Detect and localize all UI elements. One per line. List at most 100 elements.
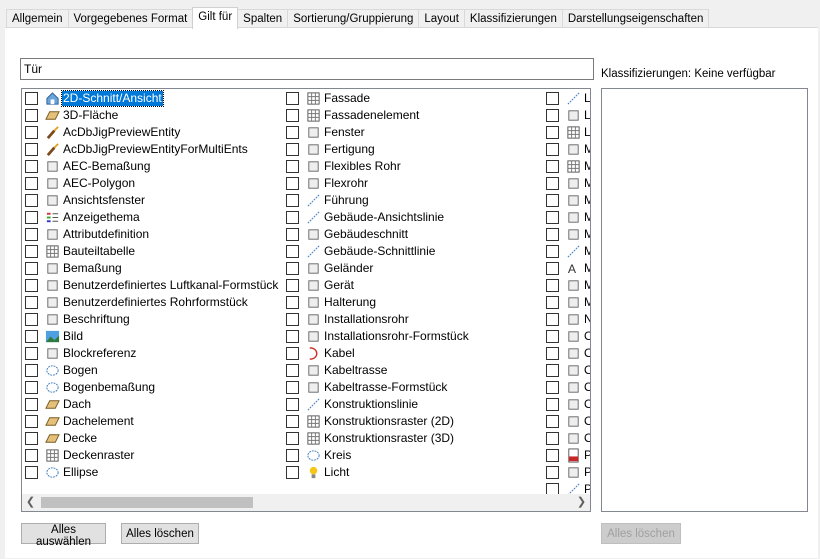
checkbox[interactable]	[25, 177, 38, 190]
checkbox[interactable]	[286, 432, 299, 445]
checkbox[interactable]	[286, 398, 299, 411]
list-item[interactable]: M	[543, 175, 590, 192]
list-item[interactable]: Kabeltrasse	[283, 362, 470, 379]
name-filter-input[interactable]	[20, 58, 594, 80]
list-item[interactable]: Kabeltrasse-Formstück	[283, 379, 470, 396]
checkbox[interactable]	[546, 109, 559, 122]
list-item[interactable]: Bemaßung	[22, 260, 279, 277]
checkbox[interactable]	[546, 92, 559, 105]
tab-2[interactable]: Gilt für	[192, 7, 239, 29]
object-type-list[interactable]: 2D-Schnitt/Ansicht 3D-Fläche AcDbJigPrevie…	[21, 88, 591, 512]
tab-0[interactable]: Allgemein	[6, 9, 69, 28]
list-item[interactable]: Fertigung	[283, 141, 470, 158]
checkbox[interactable]	[546, 279, 559, 292]
list-item[interactable]: Dachelement	[22, 413, 279, 430]
list-item[interactable]: Gebäude-Schnittlinie	[283, 243, 470, 260]
checkbox[interactable]	[25, 194, 38, 207]
checkbox[interactable]	[546, 364, 559, 377]
checkbox[interactable]	[286, 449, 299, 462]
list-item[interactable]: AM	[543, 260, 590, 277]
checkbox[interactable]	[286, 296, 299, 309]
list-item[interactable]: Führung	[283, 192, 470, 209]
list-item[interactable]: P	[543, 447, 590, 464]
list-item[interactable]: AcDbJigPreviewEntity	[22, 124, 279, 141]
list-item[interactable]: AEC-Bemaßung	[22, 158, 279, 175]
list-item[interactable]: O	[543, 396, 590, 413]
checkbox[interactable]	[25, 160, 38, 173]
checkbox[interactable]	[25, 449, 38, 462]
list-item[interactable]: Attributdefinition	[22, 226, 279, 243]
checkbox[interactable]	[546, 143, 559, 156]
checkbox[interactable]	[546, 313, 559, 326]
checkbox[interactable]	[546, 398, 559, 411]
checkbox[interactable]	[286, 126, 299, 139]
checkbox[interactable]	[286, 279, 299, 292]
checkbox[interactable]	[25, 347, 38, 360]
list-item[interactable]: L	[543, 124, 590, 141]
horizontal-scrollbar[interactable]: ❮ ❯	[22, 494, 590, 511]
checkbox[interactable]	[286, 92, 299, 105]
checkbox[interactable]	[546, 160, 559, 173]
list-item[interactable]: Flexrohr	[283, 175, 470, 192]
list-item[interactable]: M	[543, 158, 590, 175]
checkbox[interactable]	[286, 143, 299, 156]
list-item[interactable]: Halterung	[283, 294, 470, 311]
checkbox[interactable]	[25, 279, 38, 292]
scroll-right-icon[interactable]: ❯	[573, 494, 590, 511]
list-item[interactable]: L	[543, 90, 590, 107]
checkbox[interactable]	[286, 415, 299, 428]
checkbox[interactable]	[25, 381, 38, 394]
checkbox[interactable]	[546, 466, 559, 479]
checkbox[interactable]	[546, 381, 559, 394]
list-item[interactable]: Konstruktionslinie	[283, 396, 470, 413]
list-item[interactable]: Benutzerdefiniertes Luftkanal-Formstück	[22, 277, 279, 294]
tab-5[interactable]: Layout	[418, 9, 465, 28]
tab-4[interactable]: Sortierung/Gruppierung	[287, 9, 420, 28]
list-item[interactable]: O	[543, 328, 590, 345]
list-item[interactable]: Geländer	[283, 260, 470, 277]
list-item[interactable]: M	[543, 209, 590, 226]
list-item[interactable]: Gebäude-Ansichtslinie	[283, 209, 470, 226]
list-item[interactable]: N	[543, 311, 590, 328]
list-item[interactable]: Fenster	[283, 124, 470, 141]
checkbox[interactable]	[546, 194, 559, 207]
list-item[interactable]: Dach	[22, 396, 279, 413]
list-item[interactable]: Bogenbemaßung	[22, 379, 279, 396]
checkbox[interactable]	[25, 262, 38, 275]
checkbox[interactable]	[546, 126, 559, 139]
tab-1[interactable]: Vorgegebenes Format	[67, 9, 194, 28]
list-item[interactable]: O	[543, 430, 590, 447]
checkbox[interactable]	[25, 432, 38, 445]
list-item[interactable]: Bild	[22, 328, 279, 345]
checkbox[interactable]	[286, 211, 299, 224]
list-item[interactable]: Blockreferenz	[22, 345, 279, 362]
list-item[interactable]: Fassade	[283, 90, 470, 107]
checkbox[interactable]	[286, 466, 299, 479]
checkbox[interactable]	[25, 143, 38, 156]
checkbox[interactable]	[286, 109, 299, 122]
checkbox[interactable]	[546, 330, 559, 343]
tab-6[interactable]: Klassifizierungen	[463, 9, 563, 28]
checkbox[interactable]	[546, 432, 559, 445]
checkbox[interactable]	[286, 313, 299, 326]
list-item[interactable]: Flexibles Rohr	[283, 158, 470, 175]
list-item[interactable]: Licht	[283, 464, 470, 481]
list-item[interactable]: O	[543, 379, 590, 396]
list-item[interactable]: Installationsrohr-Formstück	[283, 328, 470, 345]
list-item[interactable]: O	[543, 345, 590, 362]
checkbox[interactable]	[25, 109, 38, 122]
checkbox[interactable]	[25, 313, 38, 326]
classifications-list[interactable]	[601, 88, 808, 512]
tab-3[interactable]: Spalten	[237, 9, 289, 28]
list-item[interactable]: AcDbJigPreviewEntityForMultiEnts	[22, 141, 279, 158]
list-item[interactable]: M	[543, 243, 590, 260]
checkbox[interactable]	[286, 330, 299, 343]
list-item[interactable]: 2D-Schnitt/Ansicht	[22, 90, 279, 107]
checkbox[interactable]	[25, 364, 38, 377]
checkbox[interactable]	[286, 381, 299, 394]
list-item[interactable]: Fassadenelement	[283, 107, 470, 124]
list-item[interactable]: M	[543, 277, 590, 294]
list-item[interactable]: O	[543, 362, 590, 379]
list-item[interactable]: L	[543, 107, 590, 124]
list-item[interactable]: Gerät	[283, 277, 470, 294]
